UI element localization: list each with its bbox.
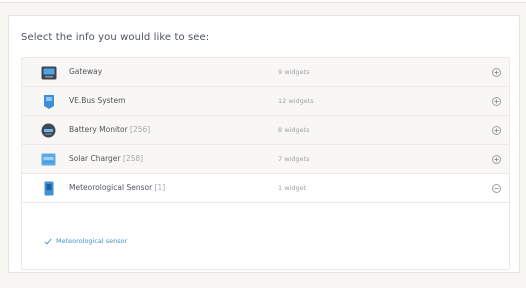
device-row-gateway[interactable]: Gateway 9 widgets	[22, 58, 509, 87]
device-name: Meteorological Sensor [1]	[69, 183, 166, 192]
bottom-strip	[0, 276, 526, 288]
top-bar	[0, 0, 526, 3]
check-icon	[44, 238, 52, 245]
plus-icon	[494, 70, 499, 75]
widget-count: 7 widgets	[278, 155, 310, 163]
device-list: Gateway 9 widgets VE.Bus System 12 widge…	[21, 57, 510, 270]
plus-icon	[494, 128, 499, 133]
expand-toggle[interactable]	[492, 97, 501, 106]
device-selection-panel: Select the info you would like to see: G…	[8, 15, 520, 273]
inverter-charger-icon	[40, 93, 57, 110]
device-row-solar-charger[interactable]: Solar Charger [258] 7 widgets	[22, 145, 509, 174]
widget-count: 9 widgets	[278, 68, 310, 76]
expand-toggle[interactable]	[492, 68, 501, 77]
device-name: Battery Monitor [256]	[69, 125, 151, 134]
gateway-icon	[40, 64, 57, 81]
collapse-toggle[interactable]	[492, 184, 501, 193]
plus-icon	[494, 99, 499, 104]
device-row-meteorological-sensor[interactable]: Meteorological Sensor [1] 1 widget	[22, 174, 509, 203]
device-name: VE.Bus System	[69, 96, 126, 105]
solar-charger-icon	[40, 151, 57, 168]
widget-option-meteorological-sensor[interactable]: Meteorological sensor	[44, 237, 127, 245]
widget-count: 8 widgets	[278, 126, 310, 134]
minus-icon	[494, 188, 499, 189]
device-name: Gateway	[69, 67, 103, 76]
plus-icon	[494, 157, 499, 162]
widget-count: 12 widgets	[278, 97, 314, 105]
device-row-ve-bus-system[interactable]: VE.Bus System 12 widgets	[22, 87, 509, 116]
widget-option-label: Meteorological sensor	[56, 237, 128, 245]
device-row-battery-monitor[interactable]: Battery Monitor [256] 8 widgets	[22, 116, 509, 145]
expand-toggle[interactable]	[492, 126, 501, 135]
battery-monitor-icon	[40, 122, 57, 139]
meteorological-sensor-icon	[40, 180, 57, 197]
widget-count: 1 widget	[278, 184, 307, 192]
panel-title: Select the info you would like to see:	[21, 32, 210, 43]
expand-toggle[interactable]	[492, 155, 501, 164]
device-name: Solar Charger [258]	[69, 154, 144, 163]
